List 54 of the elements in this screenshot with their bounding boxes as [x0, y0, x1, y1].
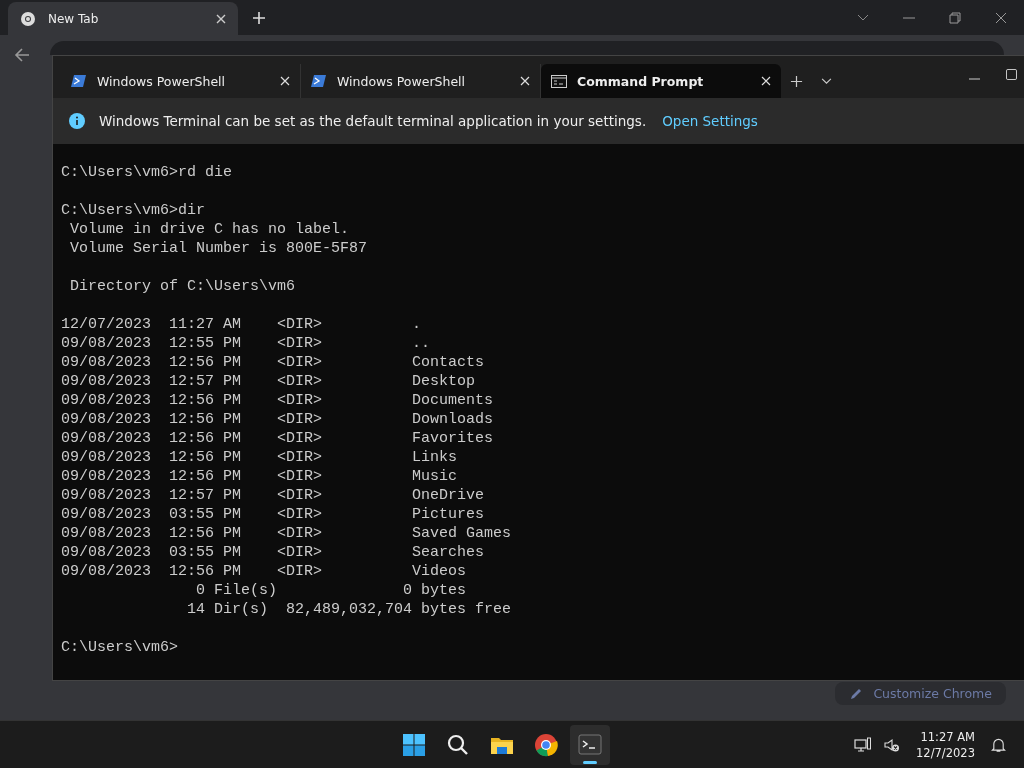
console-line: 09/08/2023 03:55 PM <DIR> Searches	[61, 543, 486, 562]
windows-logo-icon	[402, 732, 426, 757]
pencil-icon	[849, 686, 864, 701]
console-line: 09/08/2023 12:56 PM <DIR> Downloads	[61, 410, 495, 429]
new-tab-button[interactable]	[252, 10, 266, 25]
restore-icon[interactable]	[949, 11, 961, 24]
console-line: 09/08/2023 12:56 PM <DIR> Music	[61, 467, 459, 486]
back-arrow-icon[interactable]	[14, 47, 30, 63]
console-line: 14 Dir(s) 82,489,032,704 bytes free	[186, 600, 513, 619]
console-line: 12/07/2023 11:27 AM <DIR> .	[61, 315, 423, 334]
powershell-icon	[311, 74, 327, 88]
powershell-icon	[71, 74, 87, 88]
clock[interactable]: 11:27 AM 12/7/2023	[912, 728, 979, 761]
clock-time: 11:27 AM	[920, 728, 975, 745]
console-line: 0 File(s) 0 bytes	[195, 581, 468, 600]
console-line: Volume Serial Number is 800E-5F87	[69, 239, 369, 258]
console-line: 09/08/2023 12:56 PM <DIR> Favorites	[61, 429, 495, 448]
console-line: 09/08/2023 12:56 PM <DIR> Links	[61, 448, 459, 467]
console-line: 09/08/2023 12:56 PM <DIR> Saved Games	[61, 524, 513, 543]
terminal-icon	[578, 732, 602, 757]
console-line: Volume in drive C has no label.	[69, 220, 351, 239]
network-icon[interactable]	[854, 736, 873, 753]
plus-icon	[789, 74, 803, 88]
console-line: C:\Users\vm6>dir	[61, 201, 207, 220]
terminal-tab[interactable]: Command Prompt	[541, 64, 781, 98]
taskbar-app-button[interactable]	[570, 724, 610, 765]
minimize-icon[interactable]	[903, 16, 915, 19]
console-line: 09/08/2023 12:56 PM <DIR> Documents	[61, 391, 495, 410]
console-line: 09/08/2023 12:57 PM <DIR> Desktop	[61, 372, 477, 391]
chrome-logo-icon	[534, 732, 558, 757]
info-icon	[69, 113, 85, 129]
close-icon[interactable]	[216, 13, 226, 24]
close-icon[interactable]	[995, 11, 1007, 24]
console-line: 09/08/2023 03:55 PM <DIR> Pictures	[61, 505, 486, 524]
command-prompt-icon	[551, 74, 567, 88]
console-line: 09/08/2023 12:56 PM <DIR> Videos	[61, 562, 468, 581]
console-line: 09/08/2023 12:57 PM <DIR> OneDrive	[61, 486, 486, 505]
chrome-logo-icon	[20, 10, 36, 27]
open-settings-link[interactable]: Open Settings	[662, 113, 758, 129]
console-line: C:\Users\vm6>	[61, 638, 180, 657]
console-line: 09/08/2023 12:55 PM <DIR> ..	[61, 334, 432, 353]
chevron-down-icon[interactable]	[857, 13, 869, 22]
search-icon	[446, 732, 470, 757]
console-line: C:\Users\vm6>rd die	[61, 163, 234, 182]
console-line: Directory of C:\Users\vm6	[69, 277, 297, 296]
console-line: 09/08/2023 12:56 PM <DIR> Contacts	[61, 353, 486, 372]
clock-date: 12/7/2023	[916, 744, 975, 761]
bell-icon[interactable]	[991, 736, 1006, 753]
speaker-muted-icon[interactable]	[884, 736, 901, 753]
info-message: Windows Terminal can be set as the default terminal application in your settings.	[99, 113, 647, 129]
maximize-icon[interactable]	[1006, 69, 1017, 80]
active-indicator	[583, 760, 597, 764]
browser-tab[interactable]: New Tab	[8, 2, 238, 35]
chevron-down-icon	[820, 77, 832, 85]
